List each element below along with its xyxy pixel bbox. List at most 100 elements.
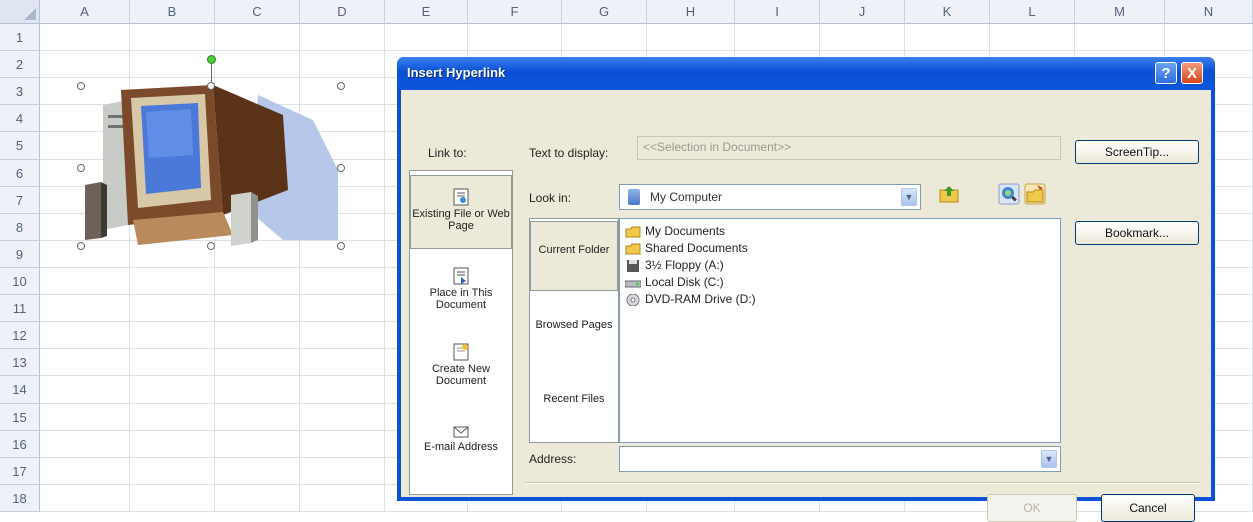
file-list-item[interactable]: DVD-RAM Drive (D:) (625, 291, 756, 307)
row-header-10[interactable]: 10 (0, 268, 40, 296)
existing-file-icon (411, 188, 511, 206)
place-in-document-icon (410, 267, 512, 285)
row-header-14[interactable]: 14 (0, 376, 40, 404)
column-header-I[interactable]: I (735, 0, 820, 24)
row-header-16[interactable]: 16 (0, 430, 40, 458)
resize-handle-left[interactable] (77, 164, 85, 172)
column-header-E[interactable]: E (385, 0, 468, 24)
row-header-2[interactable]: 2 (0, 51, 40, 79)
computer-clipart-image[interactable] (77, 55, 351, 250)
row-header-17[interactable]: 17 (0, 457, 40, 485)
column-header-N[interactable]: N (1165, 0, 1253, 24)
column-header-H[interactable]: H (647, 0, 735, 24)
row-header-4[interactable]: 4 (0, 105, 40, 133)
close-button[interactable]: X (1181, 62, 1203, 84)
separator (525, 482, 1199, 484)
address-dropdown-arrow-icon[interactable]: ▼ (1041, 450, 1057, 468)
resize-handle-bottom-right[interactable] (337, 242, 345, 250)
link-to-email[interactable]: E-mail Address (410, 407, 512, 485)
link-to-label: Link to: (428, 146, 467, 160)
dvd-drive-icon (625, 293, 641, 307)
computer-icon (628, 189, 640, 205)
file-list-item[interactable]: Shared Documents (625, 240, 748, 256)
rotate-handle-stem (211, 63, 212, 83)
bookmark-button[interactable]: Bookmark... (1075, 221, 1199, 245)
address-label: Address: (529, 452, 577, 466)
row-header-7[interactable]: 7 (0, 186, 40, 214)
row-header-6[interactable]: 6 (0, 159, 40, 187)
file-list-item[interactable]: My Documents (625, 223, 725, 239)
folder-icon (625, 243, 641, 255)
look-in-recent-files[interactable]: Recent Files (530, 371, 618, 441)
insert-hyperlink-dialog: Insert Hyperlink ? X Link to: Text to di… (397, 57, 1215, 522)
computer-illustration (85, 85, 338, 246)
file-name: 3½ Floppy (A:) (645, 258, 724, 272)
column-header-K[interactable]: K (905, 0, 990, 24)
row-header-12[interactable]: 12 (0, 322, 40, 350)
row-header-18[interactable]: 18 (0, 484, 40, 512)
look-in-label: Look in: (529, 191, 572, 205)
row-header-5[interactable]: 5 (0, 132, 40, 160)
file-name: My Documents (645, 224, 726, 238)
resize-handle-right[interactable] (337, 164, 345, 172)
link-to-option-label: Create New Document (431, 363, 491, 387)
look-in-dropdown-arrow-icon[interactable]: ▼ (901, 188, 917, 206)
look-in-browsed-pages[interactable]: Browsed Pages (530, 297, 618, 367)
resize-handle-top-left[interactable] (77, 82, 85, 90)
column-header-J[interactable]: J (820, 0, 905, 24)
row-header-9[interactable]: 9 (0, 240, 40, 268)
resize-handle-top-right[interactable] (337, 82, 345, 90)
link-to-existing-file[interactable]: Existing File or Web Page (410, 175, 512, 249)
column-header-B[interactable]: B (130, 0, 215, 24)
select-all-corner[interactable] (0, 0, 40, 24)
help-button[interactable]: ? (1155, 62, 1177, 84)
link-to-option-label: E-mail Address (424, 441, 498, 453)
link-to-option-label: Place in This Document (429, 287, 493, 311)
column-header-F[interactable]: F (468, 0, 562, 24)
text-to-display-label: Text to display: (529, 146, 609, 160)
column-header-C[interactable]: C (215, 0, 300, 24)
text-to-display-field[interactable]: <<Selection in Document>> (637, 136, 1061, 160)
link-to-panel: Existing File or Web Page Place in This D… (409, 170, 513, 495)
address-input[interactable]: ▼ (619, 446, 1061, 472)
link-to-place-in-document[interactable]: Place in This Document (410, 253, 512, 325)
resize-handle-bottom[interactable] (207, 242, 215, 250)
hard-disk-icon (624, 277, 642, 289)
title-bar[interactable]: Insert Hyperlink ? X (397, 57, 1215, 90)
row-header-13[interactable]: 13 (0, 349, 40, 377)
row-header-8[interactable]: 8 (0, 213, 40, 241)
file-name: DVD-RAM Drive (D:) (645, 292, 756, 306)
ok-button[interactable]: OK (987, 494, 1077, 522)
row-header-11[interactable]: 11 (0, 295, 40, 323)
resize-handle-top[interactable] (207, 82, 215, 90)
cancel-button[interactable]: Cancel (1101, 494, 1195, 522)
row-header-15[interactable]: 15 (0, 403, 40, 431)
browse-file-icon[interactable] (1023, 182, 1047, 206)
file-name: Shared Documents (645, 241, 748, 255)
column-header-M[interactable]: M (1075, 0, 1165, 24)
screentip-button[interactable]: ScreenTip... (1075, 140, 1199, 164)
column-header-A[interactable]: A (40, 0, 130, 24)
column-header-G[interactable]: G (562, 0, 647, 24)
link-to-new-document[interactable]: Create New Document (410, 329, 512, 403)
row-header-3[interactable]: 3 (0, 78, 40, 106)
browse-web-icon[interactable] (997, 182, 1021, 206)
row-gridline (40, 50, 1253, 52)
resize-handle-bottom-left[interactable] (77, 242, 85, 250)
look-in-select[interactable]: My Computer ▼ (619, 184, 921, 210)
folder-icon (625, 226, 641, 238)
look-in-current-folder[interactable]: Current Folder (530, 221, 618, 291)
file-list-item[interactable]: 3½ Floppy (A:) (625, 257, 724, 273)
dialog-body: Link to: Text to display: <<Selection in… (401, 90, 1211, 522)
file-list-item[interactable]: Local Disk (C:) (624, 274, 724, 290)
look-in-value: My Computer (650, 190, 723, 204)
up-one-folder-icon[interactable] (937, 182, 961, 206)
link-to-option-label: Existing File or Web Page (412, 208, 510, 232)
look-in-shortcuts-panel: Current Folder Browsed Pages Recent Files (529, 218, 619, 443)
row-header-1[interactable]: 1 (0, 24, 40, 52)
new-document-icon (410, 343, 512, 361)
email-icon (410, 421, 512, 439)
column-header-D[interactable]: D (300, 0, 385, 24)
file-list[interactable]: My Documents Shared Documents 3½ Floppy (A… (619, 218, 1061, 443)
column-header-L[interactable]: L (990, 0, 1075, 24)
